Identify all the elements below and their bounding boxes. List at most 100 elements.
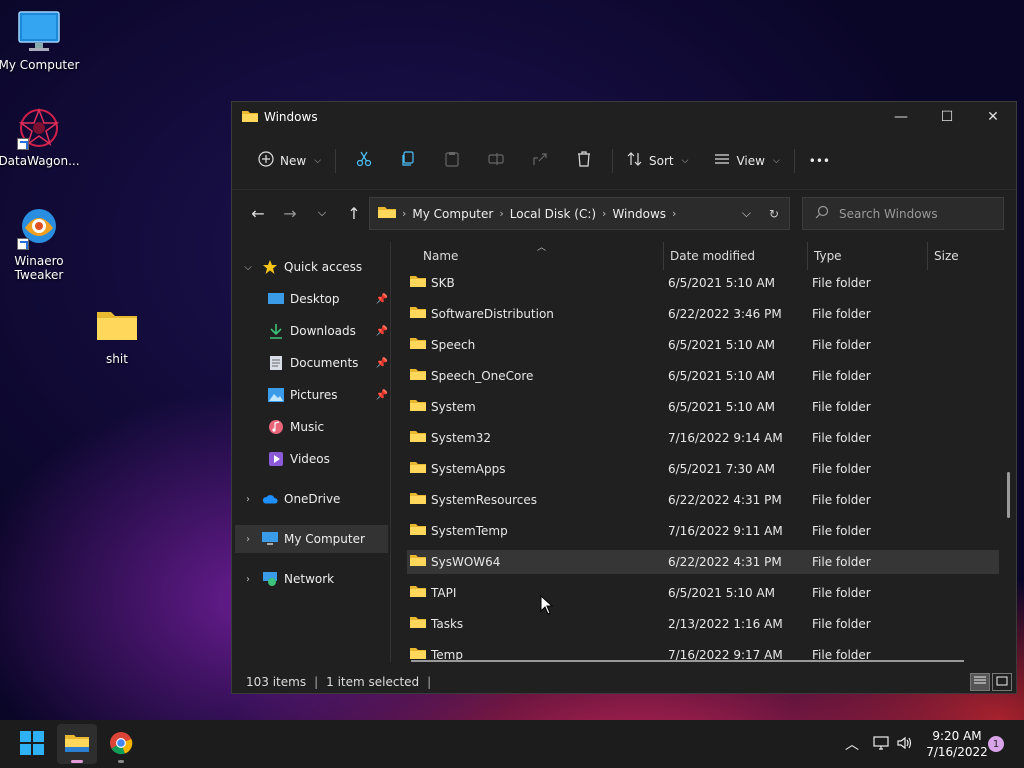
sidebar-item-music[interactable]: Music (262, 413, 388, 441)
file-row[interactable]: SystemResources 6/22/2022 4:31 PM File fol… (407, 488, 999, 512)
search-box[interactable] (802, 197, 1004, 230)
minimize-button[interactable]: — (878, 102, 924, 132)
desktop-icon-label: shit (106, 352, 128, 366)
pin-icon[interactable]: 📌 (376, 326, 388, 337)
notification-badge[interactable]: 1 (988, 736, 1004, 752)
file-date: 6/5/2021 5:10 AM (668, 276, 776, 290)
show-hidden-icons-chevron-icon[interactable]: ︿ (842, 734, 862, 754)
file-row[interactable]: SKB 6/5/2021 5:10 AM File folder (407, 271, 999, 295)
chevron-right-icon[interactable]: › (499, 207, 503, 220)
file-row[interactable]: SoftwareDistribution 6/22/2022 3:46 PM Fil… (407, 302, 999, 326)
chevron-right-icon[interactable]: › (602, 207, 606, 220)
sidebar-item-downloads[interactable]: Downloads 📌 (262, 317, 388, 345)
more-options-button[interactable]: ••• (801, 145, 838, 177)
new-button[interactable]: New ⌵ (250, 145, 329, 177)
file-row[interactable]: TAPI 6/5/2021 5:10 AM File folder (407, 581, 999, 605)
sidebar-item-label: My Computer (284, 532, 365, 546)
folder-icon (410, 430, 426, 446)
network-status-icon[interactable] (868, 735, 894, 753)
chevron-down-icon[interactable]: ⌵ (240, 262, 256, 273)
share-button[interactable] (524, 145, 556, 177)
breadcrumb-local-disk[interactable]: Local Disk (C:) (510, 207, 596, 221)
column-header-row: ︿ Name Date modified Type Size (399, 242, 999, 270)
search-icon (815, 205, 829, 222)
sidebar-item-quick-access[interactable]: ⌵ Quick access (240, 253, 388, 281)
paste-button[interactable] (436, 145, 468, 177)
file-row[interactable]: System 6/5/2021 5:10 AM File folder (407, 395, 999, 419)
address-history-chevron-icon[interactable]: ⌵ (742, 206, 751, 221)
folder-icon (65, 733, 89, 756)
file-row[interactable]: Tasks 2/13/2022 1:16 AM File folder (407, 612, 999, 636)
pin-icon[interactable]: 📌 (376, 390, 388, 401)
column-header-type[interactable]: Type (807, 242, 927, 270)
desktop-icon-winaero[interactable]: Winaero Tweaker (0, 206, 81, 282)
file-explorer-window: Windows — ☐ ✕ New ⌵ Sort ⌵ View ⌵ ••• ← … (231, 101, 1017, 694)
status-divider: | (314, 675, 319, 689)
desktop-icon-my-computer[interactable]: My Computer (0, 10, 81, 72)
search-input[interactable] (839, 206, 989, 221)
chevron-right-icon[interactable]: › (240, 534, 256, 545)
taskbar-file-explorer[interactable] (57, 724, 97, 764)
pin-icon[interactable]: 📌 (376, 358, 388, 369)
sidebar-item-videos[interactable]: Videos (262, 445, 388, 473)
view-button[interactable]: View ⌵ (706, 145, 787, 177)
vertical-scrollbar[interactable] (1007, 472, 1010, 518)
sidebar-item-onedrive[interactable]: › OneDrive (240, 485, 388, 513)
folder-icon (410, 585, 426, 601)
file-row[interactable]: System32 7/16/2022 9:14 AM File folder (407, 426, 999, 450)
chevron-right-icon[interactable]: › (240, 494, 256, 505)
sidebar-item-network[interactable]: › Network (240, 565, 388, 593)
taskbar-chrome[interactable] (101, 724, 141, 764)
rename-button[interactable] (480, 145, 512, 177)
arrow-up-icon: ↑ (347, 203, 361, 223)
back-button[interactable]: ← (242, 197, 274, 229)
desktop-icon-datawagon[interactable]: DataWagon... (0, 106, 81, 168)
sidebar-item-desktop[interactable]: Desktop 📌 (262, 285, 388, 313)
sidebar-item-documents[interactable]: Documents 📌 (262, 349, 388, 377)
sidebar-item-my-computer[interactable]: › My Computer (235, 525, 388, 553)
forward-button[interactable]: → (274, 197, 306, 229)
copy-button[interactable] (392, 145, 424, 177)
column-header-size[interactable]: Size (927, 242, 999, 270)
breadcrumb-my-computer[interactable]: My Computer (412, 207, 493, 221)
mouse-cursor (540, 594, 554, 618)
file-type: File folder (812, 431, 871, 445)
sort-button[interactable]: Sort ⌵ (619, 145, 696, 177)
volume-icon[interactable] (894, 736, 916, 753)
sidebar-item-pictures[interactable]: Pictures 📌 (262, 381, 388, 409)
column-header-date[interactable]: Date modified (663, 242, 807, 270)
horizontal-scrollbar[interactable] (411, 660, 964, 662)
pictures-icon (268, 387, 284, 403)
arrow-right-icon: → (283, 203, 297, 223)
title-bar[interactable]: Windows — ☐ ✕ (232, 102, 1016, 132)
chevron-right-icon[interactable]: › (672, 207, 676, 220)
refresh-icon[interactable]: ↻ (769, 207, 779, 221)
chevron-right-icon[interactable]: › (240, 574, 256, 585)
file-row[interactable]: Speech_OneCore 6/5/2021 5:10 AM File folde… (407, 364, 999, 388)
start-button[interactable] (12, 724, 52, 764)
copy-icon (400, 151, 416, 170)
column-header-name[interactable]: Name (417, 242, 662, 270)
clock[interactable]: 9:20 AM 7/16/2022 (922, 728, 992, 760)
recent-locations-button[interactable]: ⌵ (306, 197, 338, 229)
file-row[interactable]: Speech 6/5/2021 5:10 AM File folder (407, 333, 999, 357)
pane-divider[interactable] (390, 242, 391, 662)
desktop-icon-folder[interactable]: shit (75, 304, 159, 366)
file-type: File folder (812, 276, 871, 290)
file-name: System (431, 400, 476, 414)
address-bar[interactable]: › My Computer › Local Disk (C:) › Window… (369, 197, 790, 230)
monitor-icon (262, 531, 278, 547)
details-view-button[interactable] (970, 673, 990, 691)
up-button[interactable]: ↑ (338, 197, 370, 229)
delete-button[interactable] (568, 145, 600, 177)
maximize-button[interactable]: ☐ (924, 102, 970, 132)
thumbnails-view-button[interactable] (992, 673, 1012, 691)
file-row[interactable]: SystemTemp 7/16/2022 9:11 AM File folder (407, 519, 999, 543)
file-row[interactable]: SysWOW64 6/22/2022 4:31 PM File folder (407, 550, 999, 574)
breadcrumb-windows[interactable]: Windows (612, 207, 666, 221)
close-button[interactable]: ✕ (970, 102, 1016, 132)
file-row[interactable]: SystemApps 6/5/2021 7:30 AM File folder (407, 457, 999, 481)
pin-icon[interactable]: 📌 (376, 294, 388, 305)
share-icon (532, 151, 548, 170)
cut-button[interactable] (348, 145, 380, 177)
